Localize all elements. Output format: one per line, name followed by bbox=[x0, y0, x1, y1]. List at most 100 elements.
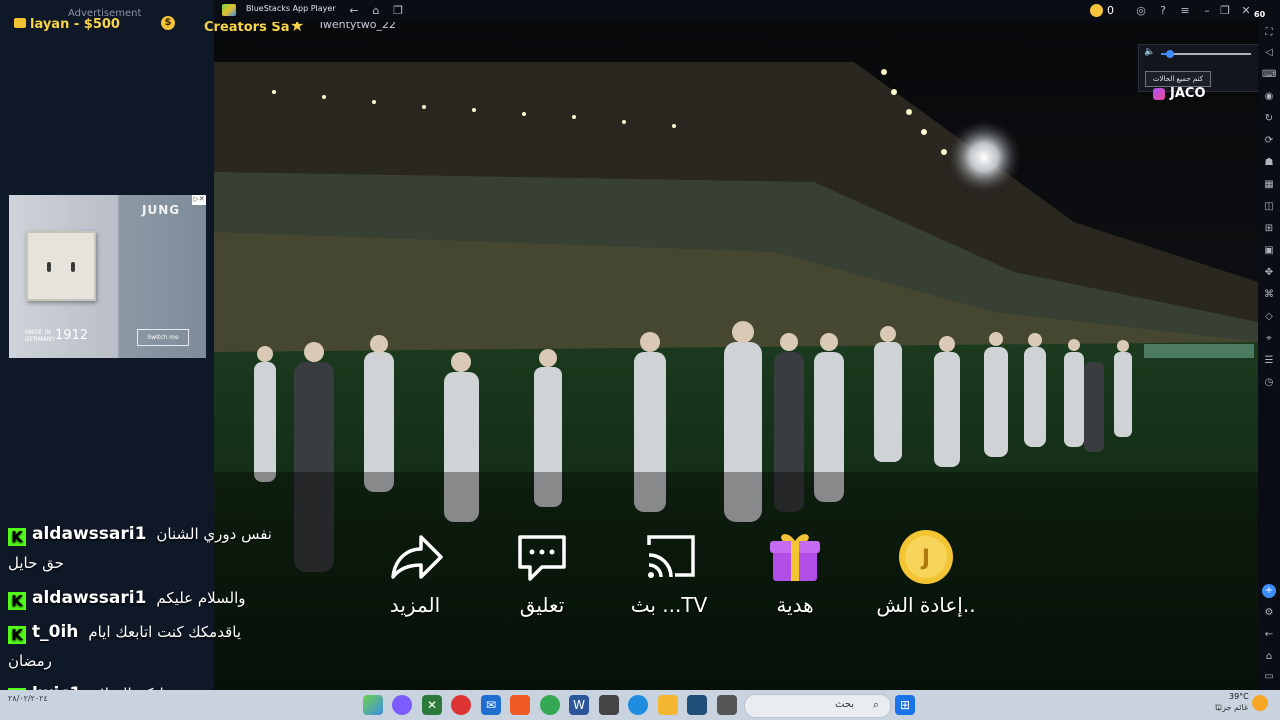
app2-icon[interactable] bbox=[599, 695, 619, 715]
coin-label: إعادة الش.. bbox=[876, 593, 976, 617]
taskbar-search[interactable]: بحث ⌕ bbox=[744, 694, 891, 718]
location-icon[interactable]: ⌖ bbox=[1262, 332, 1276, 346]
coin-icon: J bbox=[899, 530, 953, 584]
windows-taskbar: ٢٨/٠٢/٢٠٢٤ ✕ ✉ W بحث ⌕ ⊞ 39°C غائم جزئيً… bbox=[0, 690, 1280, 720]
chat-text: ياقدمكك كنت اتابعك ايام bbox=[88, 623, 242, 641]
kick-logo-icon: K bbox=[8, 528, 26, 546]
chat-overlay: Kaldawssari1 نفس دوري الشنان حق حايل Kald… bbox=[8, 500, 298, 706]
chat-username: aldawssari1 bbox=[32, 524, 147, 544]
ad-banner[interactable]: JUNG MADE IN GERMANY 1912 Switch me ▷✕ bbox=[9, 195, 206, 358]
cast-label: بث ...TV bbox=[630, 593, 708, 617]
settings-icon[interactable]: ⚙ bbox=[1262, 606, 1276, 620]
account-icon[interactable]: ◎ bbox=[1133, 3, 1149, 19]
rotate-icon[interactable]: ⟳ bbox=[1262, 134, 1276, 148]
screenshot-icon[interactable]: ◫ bbox=[1262, 200, 1276, 214]
fullscreen-icon[interactable]: ⛶ bbox=[1262, 26, 1276, 40]
sync-icon[interactable]: ↻ bbox=[1262, 112, 1276, 126]
fps-counter: 60 bbox=[1254, 10, 1266, 19]
windows-start-icon[interactable]: ⊞ bbox=[895, 695, 915, 715]
record-icon[interactable]: ◉ bbox=[1262, 90, 1276, 104]
clock-icon[interactable]: ◷ bbox=[1262, 376, 1276, 390]
volume-icon[interactable]: ◁ bbox=[1262, 46, 1276, 60]
jaco-logo-icon bbox=[1153, 88, 1165, 100]
back-nav-icon[interactable]: ← bbox=[1262, 628, 1276, 642]
xbox-icon[interactable]: ✕ bbox=[422, 695, 442, 715]
file-explorer-icon[interactable] bbox=[658, 695, 678, 715]
cast-action[interactable]: بث ...TV bbox=[614, 527, 724, 617]
media-icon[interactable]: ▣ bbox=[1262, 244, 1276, 258]
cast-icon bbox=[647, 535, 695, 578]
bluestacks-icon bbox=[222, 4, 236, 16]
eco-icon[interactable]: ◇ bbox=[1262, 310, 1276, 324]
macro-icon[interactable]: ⌘ bbox=[1262, 288, 1276, 302]
gamepad-icon[interactable]: ☗ bbox=[1262, 156, 1276, 170]
home-icon[interactable]: ⌂ bbox=[368, 3, 384, 19]
chat-text: نفس دوري الشنان bbox=[156, 525, 272, 543]
ad-close-icon[interactable]: ▷✕ bbox=[192, 195, 206, 205]
shake-icon[interactable]: ✥ bbox=[1262, 266, 1276, 280]
speaker-icon[interactable]: 🔈 bbox=[1144, 47, 1155, 57]
close-icon[interactable]: ✕ bbox=[1238, 3, 1254, 19]
recents-nav-icon[interactable]: ▭ bbox=[1262, 670, 1276, 684]
video-player[interactable]: المزيد تعليق بث ...TV هدية J إعادة الش.. bbox=[214, 22, 1258, 690]
gift-action[interactable]: هدية bbox=[740, 527, 850, 617]
chat-message: Kaldawssari1 نفس دوري الشنان bbox=[8, 524, 272, 546]
menu-icon[interactable]: ≡ bbox=[1177, 3, 1193, 19]
search-icon: ⌕ bbox=[873, 698, 880, 711]
home-nav-icon[interactable]: ⌂ bbox=[1262, 650, 1276, 664]
chat-message: Kaldawssari1 والسلام عليكم bbox=[8, 588, 245, 610]
layers-icon[interactable]: ☰ bbox=[1262, 354, 1276, 368]
ad-brand: JUNG bbox=[142, 203, 181, 217]
comment-label: تعليق bbox=[519, 593, 565, 617]
gift-label: هدية bbox=[776, 593, 814, 617]
chat-message-continuation: حق حايل bbox=[8, 554, 64, 572]
chat-message-continuation: رمضان bbox=[8, 652, 52, 670]
minimize-icon[interactable]: – bbox=[1199, 3, 1215, 19]
edge-icon[interactable] bbox=[628, 695, 648, 715]
coin-count: 0 bbox=[1107, 4, 1114, 17]
money-icon bbox=[14, 18, 26, 28]
help-icon[interactable]: ? bbox=[1155, 3, 1171, 19]
date-text: ٢٨/٠٢/٢٠٢٤ bbox=[8, 694, 48, 703]
brave-icon[interactable] bbox=[510, 695, 530, 715]
app-icon[interactable] bbox=[451, 695, 471, 715]
coin-action[interactable]: J إعادة الش.. bbox=[871, 527, 981, 617]
ad-year: 1912 bbox=[55, 328, 89, 343]
coin-balance-icon[interactable] bbox=[1090, 4, 1103, 17]
mail-icon[interactable]: ✉ bbox=[481, 695, 501, 715]
comment-action[interactable]: تعليق bbox=[487, 527, 597, 617]
kick-logo-icon: K bbox=[8, 626, 26, 644]
word-icon[interactable]: W bbox=[569, 695, 589, 715]
svg-text:J: J bbox=[920, 546, 930, 571]
recent-apps-icon[interactable]: ❐ bbox=[390, 3, 406, 19]
performance-icon[interactable]: ▦ bbox=[1262, 178, 1276, 192]
light-switch-image bbox=[26, 231, 96, 301]
donation-text: layan - $500 bbox=[30, 17, 120, 32]
gift-icon bbox=[770, 534, 820, 581]
temperature: 39°C bbox=[1229, 692, 1249, 701]
ad-made-in: MADE IN GERMANY bbox=[25, 329, 56, 343]
volume-popup: 🔈 كتم جميع الحالات bbox=[1138, 44, 1260, 92]
keyboard-icon[interactable]: ⌨ bbox=[1262, 68, 1276, 82]
more-action[interactable]: المزيد bbox=[360, 527, 470, 617]
bluestacks-taskbar-icon[interactable] bbox=[363, 695, 383, 715]
chat-message: Kt_0ih ياقدمكك كنت اتابعك ايام bbox=[8, 622, 241, 644]
weather-text: غائم جزئيًا bbox=[1215, 703, 1249, 712]
creators-text: Creators Sa - bbox=[204, 20, 300, 35]
ad-cta-button[interactable]: Switch me bbox=[137, 329, 189, 346]
search-placeholder: بحث bbox=[835, 699, 855, 710]
app3-icon[interactable] bbox=[687, 695, 707, 715]
chrome-icon[interactable] bbox=[540, 695, 560, 715]
jaco-watermark: JACO bbox=[1170, 86, 1206, 101]
window-title: BlueStacks App Player bbox=[246, 4, 336, 13]
volume-slider[interactable] bbox=[1161, 53, 1251, 55]
apk-icon[interactable]: ⊞ bbox=[1262, 222, 1276, 236]
discord-icon[interactable] bbox=[392, 695, 412, 715]
add-icon[interactable]: + bbox=[1262, 584, 1276, 598]
weather-icon[interactable] bbox=[1252, 695, 1268, 711]
back-icon[interactable]: ← bbox=[346, 3, 362, 19]
volume-knob[interactable] bbox=[1166, 50, 1174, 58]
app4-icon[interactable] bbox=[717, 695, 737, 715]
maximize-icon[interactable]: ❐ bbox=[1217, 3, 1233, 19]
mute-all-button[interactable]: كتم جميع الحالات bbox=[1145, 71, 1211, 87]
